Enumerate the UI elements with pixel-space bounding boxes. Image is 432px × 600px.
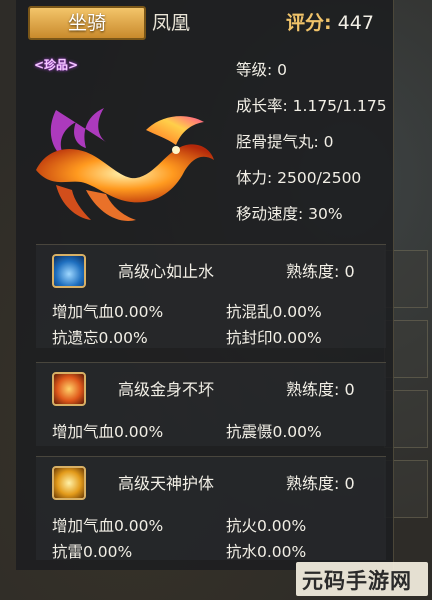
- skill-attr: 抗雷0.00%: [52, 543, 133, 561]
- score-value: 447: [337, 12, 374, 34]
- skill-proficiency: 熟练度: 0: [286, 474, 355, 493]
- stat-stamina: 体力: 2500/2500: [236, 169, 362, 187]
- skill-card[interactable]: 高级心如止水 熟练度: 0 增加气血0.00% 抗混乱0.00% 抗遗忘0.00…: [36, 244, 386, 354]
- skill-attr: 增加气血0.00%: [52, 423, 164, 441]
- skill-card[interactable]: 高级天神护体 熟练度: 0 增加气血0.00% 抗火0.00% 抗雷0.00% …: [36, 456, 386, 566]
- skill-attr: 抗水0.00%: [226, 543, 307, 561]
- skill-attr: 抗火0.00%: [226, 517, 307, 535]
- golden-body-skill-icon[interactable]: [52, 372, 86, 406]
- mount-display: <珍品>: [26, 50, 226, 240]
- phoenix-icon: [36, 108, 214, 221]
- stat-level: 等级: 0: [236, 61, 288, 79]
- skill-attr: 增加气血0.00%: [52, 303, 164, 321]
- skill-attr: 增加气血0.00%: [52, 517, 164, 535]
- skill-attr: 抗遗忘0.00%: [52, 329, 148, 347]
- tab-phoenix[interactable]: 凤凰: [152, 8, 190, 35]
- score-label: 评分:: [286, 12, 332, 34]
- mount-stats: 等级: 0 成长率: 1.175/1.175 胫骨提气丸: 0 体力: 2500…: [236, 56, 387, 236]
- skill-proficiency: 熟练度: 0: [286, 262, 355, 281]
- stat-growth: 成长率: 1.175/1.175: [236, 97, 387, 115]
- divine-guard-skill-icon[interactable]: [52, 466, 86, 500]
- skill-name: 高级天神护体: [118, 474, 215, 493]
- water-skill-icon[interactable]: [52, 254, 86, 288]
- stat-speed: 移动速度: 30%: [236, 205, 343, 223]
- site-watermark: 元码手游网: [296, 562, 428, 596]
- mount-info-panel: 坐骑 凤凰 评分: 447 <珍品> 等级: 0 成长率: 1.175/1.17…: [16, 0, 394, 570]
- skill-attr: 抗震慑0.00%: [226, 423, 322, 441]
- score: 评分: 447: [286, 8, 374, 35]
- stat-pill: 胫骨提气丸: 0: [236, 133, 334, 151]
- tab-mount[interactable]: 坐骑: [28, 6, 146, 40]
- skill-name: 高级心如止水: [118, 262, 215, 281]
- watermark-text: 元码手游网: [302, 569, 412, 593]
- panel-header: 坐骑 凤凰 评分: 447: [16, 0, 394, 46]
- skill-attr: 抗封印0.00%: [226, 329, 322, 347]
- skill-name: 高级金身不坏: [118, 380, 215, 399]
- rarity-badge: <珍品>: [34, 58, 79, 72]
- skill-attr: 抗混乱0.00%: [226, 303, 322, 321]
- skill-proficiency: 熟练度: 0: [286, 380, 355, 399]
